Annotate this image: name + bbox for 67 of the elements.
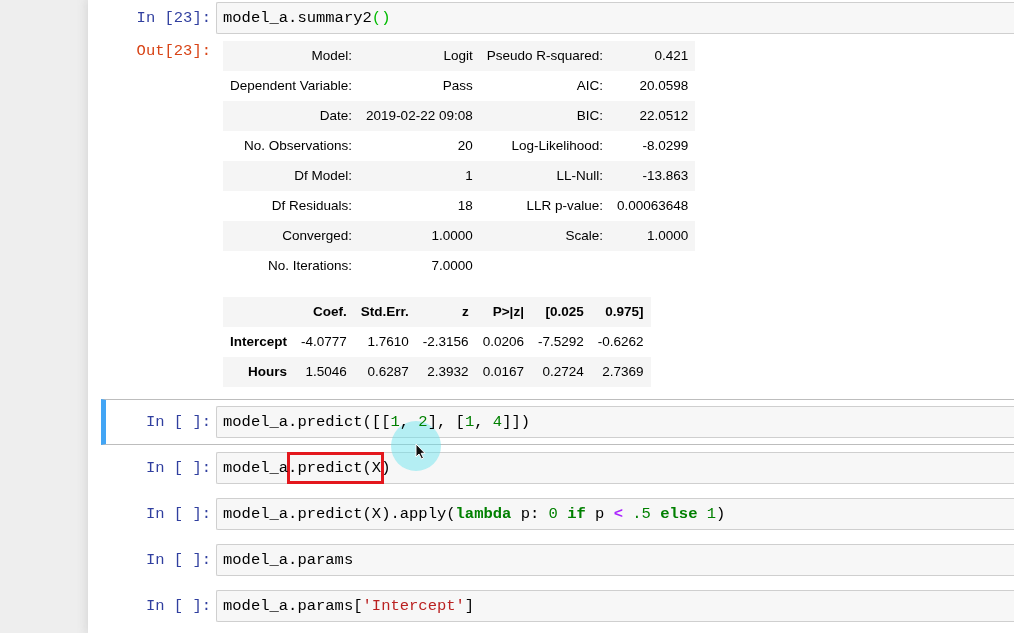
table-cell: 2.7369	[590, 357, 651, 387]
code-editor[interactable]: model_a.predict(X).apply(lambda p: 0 if p < .5 else 1)	[216, 498, 1014, 530]
input-prompt: In [ ]:	[145, 412, 211, 433]
table-cell: 20	[359, 131, 480, 161]
notebook-cell[interactable]: In [ ]: model_a.params['Intercept']	[101, 583, 1014, 629]
input-prompt: In [23]:	[136, 8, 211, 29]
input-prompt: In [ ]:	[145, 504, 211, 525]
table-cell: 0.0167	[475, 357, 531, 387]
input-prompt: In [ ]:	[145, 458, 211, 479]
table-cell: Logit	[359, 41, 480, 71]
table-cell: -7.5292	[530, 327, 591, 357]
row-header: Hours	[223, 357, 294, 387]
table-cell: 0.421	[610, 41, 696, 71]
table-cell: LL-Null:	[479, 161, 610, 191]
table-cell: 22.0512	[610, 101, 696, 131]
column-header: P>|z|	[475, 297, 531, 327]
table-cell: 1	[359, 161, 480, 191]
input-prompt: In [ ]:	[145, 596, 211, 617]
table-cell: 0.6287	[353, 357, 416, 387]
table-cell: 1.0000	[610, 221, 696, 251]
table-cell: -8.0299	[610, 131, 696, 161]
table-cell: 7.0000	[359, 251, 480, 281]
table-cell: Date:	[223, 101, 360, 131]
table-cell: 20.0598	[610, 71, 696, 101]
table-cell: 1.7610	[353, 327, 416, 357]
table-cell: 0.2724	[530, 357, 591, 387]
table-cell: 2019-02-22 09:08	[359, 101, 480, 131]
notebook-cell[interactable]: In [ ]: model_a.predict(X).apply(lambda p: 0 if p < .5 else 1)	[101, 491, 1014, 537]
column-header: Coef.	[294, 297, 354, 327]
code-editor[interactable]: model_a.params['Intercept']	[216, 590, 1014, 622]
input-prompt: In [ ]:	[145, 550, 211, 571]
table-cell: -13.863	[610, 161, 696, 191]
table-cell: Df Model:	[223, 161, 360, 191]
cursor-icon	[415, 443, 426, 460]
code-editor[interactable]: model_a.predict([[1, 2], [1, 4]])	[216, 406, 1014, 438]
table-cell: Model:	[223, 41, 360, 71]
code-editor[interactable]: model_a.params	[216, 544, 1014, 576]
table-cell: No. Iterations:	[223, 251, 360, 281]
table-cell: 2.3932	[415, 357, 476, 387]
column-header: Std.Err.	[353, 297, 416, 327]
column-header: 0.975]	[590, 297, 651, 327]
table-cell: 18	[359, 191, 480, 221]
column-header: [0.025	[530, 297, 591, 327]
table-cell: Converged:	[223, 221, 360, 251]
table-cell: -0.6262	[590, 327, 651, 357]
table-cell: 0.0206	[475, 327, 531, 357]
row-header: Intercept	[223, 327, 294, 357]
notebook-cell[interactable]: In [ ]: model_a.params	[101, 537, 1014, 583]
column-header: z	[415, 297, 476, 327]
table-cell: -4.0777	[294, 327, 354, 357]
table-cell: 0.00063648	[610, 191, 696, 221]
table-cell: Df Residuals:	[223, 191, 360, 221]
table-cell: Pass	[359, 71, 480, 101]
table-cell: Pseudo R-squared:	[479, 41, 610, 71]
table-cell: 1.0000	[359, 221, 480, 251]
table-cell: AIC:	[479, 71, 610, 101]
table-cell: -2.3156	[415, 327, 476, 357]
table-cell: LLR p-value:	[479, 191, 610, 221]
table-cell: Dependent Variable:	[223, 71, 360, 101]
output-prompt: Out[23]:	[136, 41, 211, 61]
table-cell: Log-Likelihood:	[479, 131, 610, 161]
table-cell: BIC:	[479, 101, 610, 131]
code-editor[interactable]: model_a.summary2()	[216, 2, 1014, 34]
table-cell: No. Observations:	[223, 131, 360, 161]
notebook-cell[interactable]: In [ ]: model_a.predict([[1, 2], [1, 4]])	[101, 399, 1014, 445]
table-cell: 1.5046	[294, 357, 354, 387]
table-cell: Scale:	[479, 221, 610, 251]
